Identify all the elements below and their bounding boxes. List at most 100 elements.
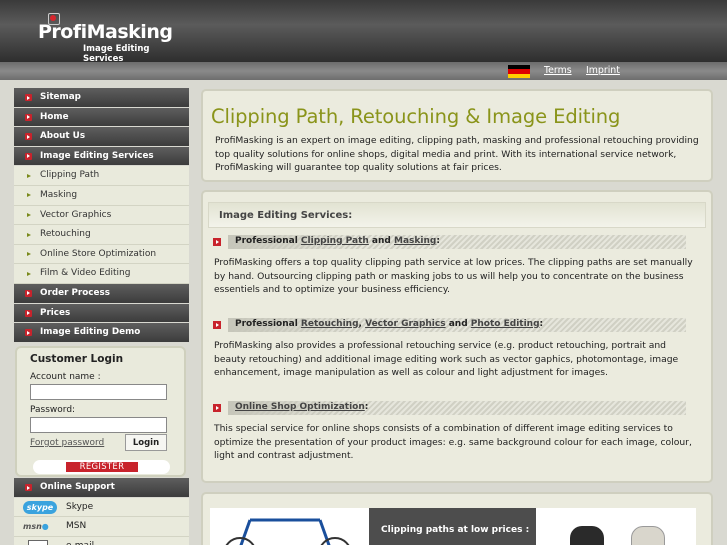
forgot-password-link[interactable]: Forgot password: [30, 438, 104, 448]
section-text-clipping: ProfiMasking offers a top quality clippi…: [214, 257, 693, 295]
section-mid: and: [368, 236, 394, 246]
register-bar: REGISTER: [33, 460, 170, 474]
section-text-retouching: ProfiMasking also provides a professiona…: [214, 340, 679, 378]
sidebar-item-prices[interactable]: Prices: [14, 303, 189, 324]
password-label: Password:: [30, 405, 76, 415]
services-heading-bar: Image Editing Services:: [208, 202, 706, 228]
sidebar-item-online-store-optimization[interactable]: Online Store Optimization: [14, 244, 189, 265]
sidebar-item-label: Vector Graphics: [40, 209, 112, 220]
sidebar-item-label: Film & Video Editing: [40, 268, 131, 279]
support-msn-label: MSN: [66, 521, 87, 532]
sidebar-item-home[interactable]: Home: [14, 107, 189, 128]
bicycle-icon: [225, 518, 350, 545]
online-support-title: Online Support: [40, 482, 115, 492]
arrow-right-icon: [27, 193, 31, 198]
sidebar-item-label: Clipping Path: [40, 170, 100, 181]
register-button[interactable]: REGISTER: [66, 462, 138, 472]
showcase-caption-panel: Clipping paths at low prices :: [369, 508, 536, 545]
section-suffix: :: [436, 236, 440, 246]
terms-link[interactable]: Terms: [544, 65, 572, 76]
online-shop-optimization-link[interactable]: Online Shop Optimization: [235, 402, 365, 412]
sidebar-item-film-video-editing[interactable]: Film & Video Editing: [14, 264, 189, 284]
online-support-header: Online Support: [14, 478, 189, 498]
sidebar-item-label: Online Store Optimization: [40, 248, 157, 259]
sidebar-item-retouching[interactable]: Retouching: [14, 225, 189, 245]
showcase-caption: Clipping paths at low prices :: [381, 525, 530, 535]
bullet-arrow-icon: [25, 113, 32, 121]
sidebar-item-clipping-path[interactable]: Clipping Path: [14, 166, 189, 186]
sidebar-item-label: Prices: [40, 307, 71, 318]
site-header: ProfiMasking Image Editing Services: [0, 0, 727, 64]
support-email-label: e-mail: [66, 537, 94, 545]
bullet-arrow-icon: [213, 404, 221, 412]
section-text-shop: This special service for online shops co…: [214, 423, 692, 461]
sidebar-item-label: Masking: [40, 189, 78, 200]
bullet-arrow-icon: [25, 484, 32, 491]
bullet-arrow-icon: [25, 289, 32, 297]
intro-text: ProfiMasking is an expert on image editi…: [215, 135, 699, 173]
bullet-arrow-icon: [213, 238, 221, 246]
bullet-arrow-icon: [25, 152, 32, 160]
customer-login-box: Customer Login Account name : Password: …: [15, 346, 186, 477]
section-heading-retouching: Professional Retouching, Vector Graphics…: [213, 318, 686, 332]
sidebar-item-label: Image Editing Services: [40, 150, 154, 161]
arrow-right-icon: [27, 232, 31, 237]
sidebar-item-label: About Us: [40, 131, 86, 142]
section-title: Professional Retouching, Vector Graphics…: [235, 319, 543, 329]
vector-graphics-link[interactable]: Vector Graphics: [365, 319, 446, 329]
light-jacket-icon: [631, 526, 665, 545]
sidebar-item-order-process[interactable]: Order Process: [14, 283, 189, 304]
jackets-image: [536, 508, 696, 545]
bullet-arrow-icon: [25, 94, 32, 101]
arrow-right-icon: [27, 271, 31, 276]
support-skype-label: Skype: [66, 501, 94, 512]
bullet-arrow-icon: [25, 329, 32, 337]
sidebar-item-label: Image Editing Demo: [40, 327, 141, 338]
section-suffix: :: [539, 319, 544, 329]
clipping-path-link[interactable]: Clipping Path: [301, 236, 369, 246]
section-title: Professional Clipping Path and Masking:: [235, 236, 440, 246]
login-button[interactable]: Login: [125, 434, 167, 451]
mail-icon: [28, 539, 48, 545]
intro-box: Clipping Path, Retouching & Image Editin…: [201, 89, 713, 182]
online-support: Online Support skype Skype msn● MSN e-ma…: [14, 478, 189, 545]
german-flag-icon[interactable]: [508, 65, 530, 78]
logo-tagline: Image Editing Services: [83, 44, 150, 64]
sidebar-item-label: Home: [40, 111, 69, 122]
imprint-link[interactable]: Imprint: [586, 65, 620, 76]
bullet-arrow-icon: [25, 133, 32, 141]
section-heading-shop: Online Shop Optimization:: [213, 401, 686, 415]
sidebar-item-image-editing-services[interactable]: Image Editing Services: [14, 146, 189, 167]
bullet-arrow-icon: [213, 321, 221, 329]
sidebar-item-masking[interactable]: Masking: [14, 185, 189, 206]
account-name-label: Account name :: [30, 372, 101, 382]
sidebar-nav: Sitemap Home About Us Image Editing Serv…: [14, 88, 189, 343]
services-heading: Image Editing Services:: [219, 210, 353, 221]
support-skype[interactable]: skype Skype: [14, 497, 189, 518]
section-title: Online Shop Optimization:: [235, 402, 368, 412]
sidebar-item-label: Sitemap: [40, 92, 81, 102]
section-suffix: :: [364, 402, 369, 412]
password-input[interactable]: [30, 417, 167, 433]
sidebar-item-about-us[interactable]: About Us: [14, 127, 189, 147]
sidebar-item-sitemap[interactable]: Sitemap: [14, 88, 189, 108]
retouching-link[interactable]: Retouching: [301, 319, 359, 329]
section-mid: and: [445, 319, 471, 329]
sidebar-item-label: Retouching: [40, 229, 91, 240]
section-heading-clipping: Professional Clipping Path and Masking:: [213, 235, 686, 249]
sidebar-item-vector-graphics[interactable]: Vector Graphics: [14, 205, 189, 226]
bicycle-image: [210, 508, 369, 545]
support-msn[interactable]: msn● MSN: [14, 517, 189, 537]
account-name-input[interactable]: [30, 384, 167, 400]
msn-icon: msn●: [23, 522, 49, 532]
sidebar-item-image-editing-demo[interactable]: Image Editing Demo: [14, 323, 189, 343]
support-email[interactable]: e-mail: [14, 536, 189, 545]
showcase-box: Clipping paths at low prices :: [201, 492, 713, 545]
section-prefix: Professional: [235, 236, 301, 246]
bullet-arrow-icon: [25, 309, 32, 317]
photo-editing-link[interactable]: Photo Editing: [471, 319, 540, 329]
site-logo[interactable]: ProfiMasking Image Editing Services: [36, 11, 186, 64]
arrow-right-icon: [27, 213, 31, 218]
arrow-right-icon: [27, 173, 31, 178]
masking-link[interactable]: Masking: [394, 236, 436, 246]
